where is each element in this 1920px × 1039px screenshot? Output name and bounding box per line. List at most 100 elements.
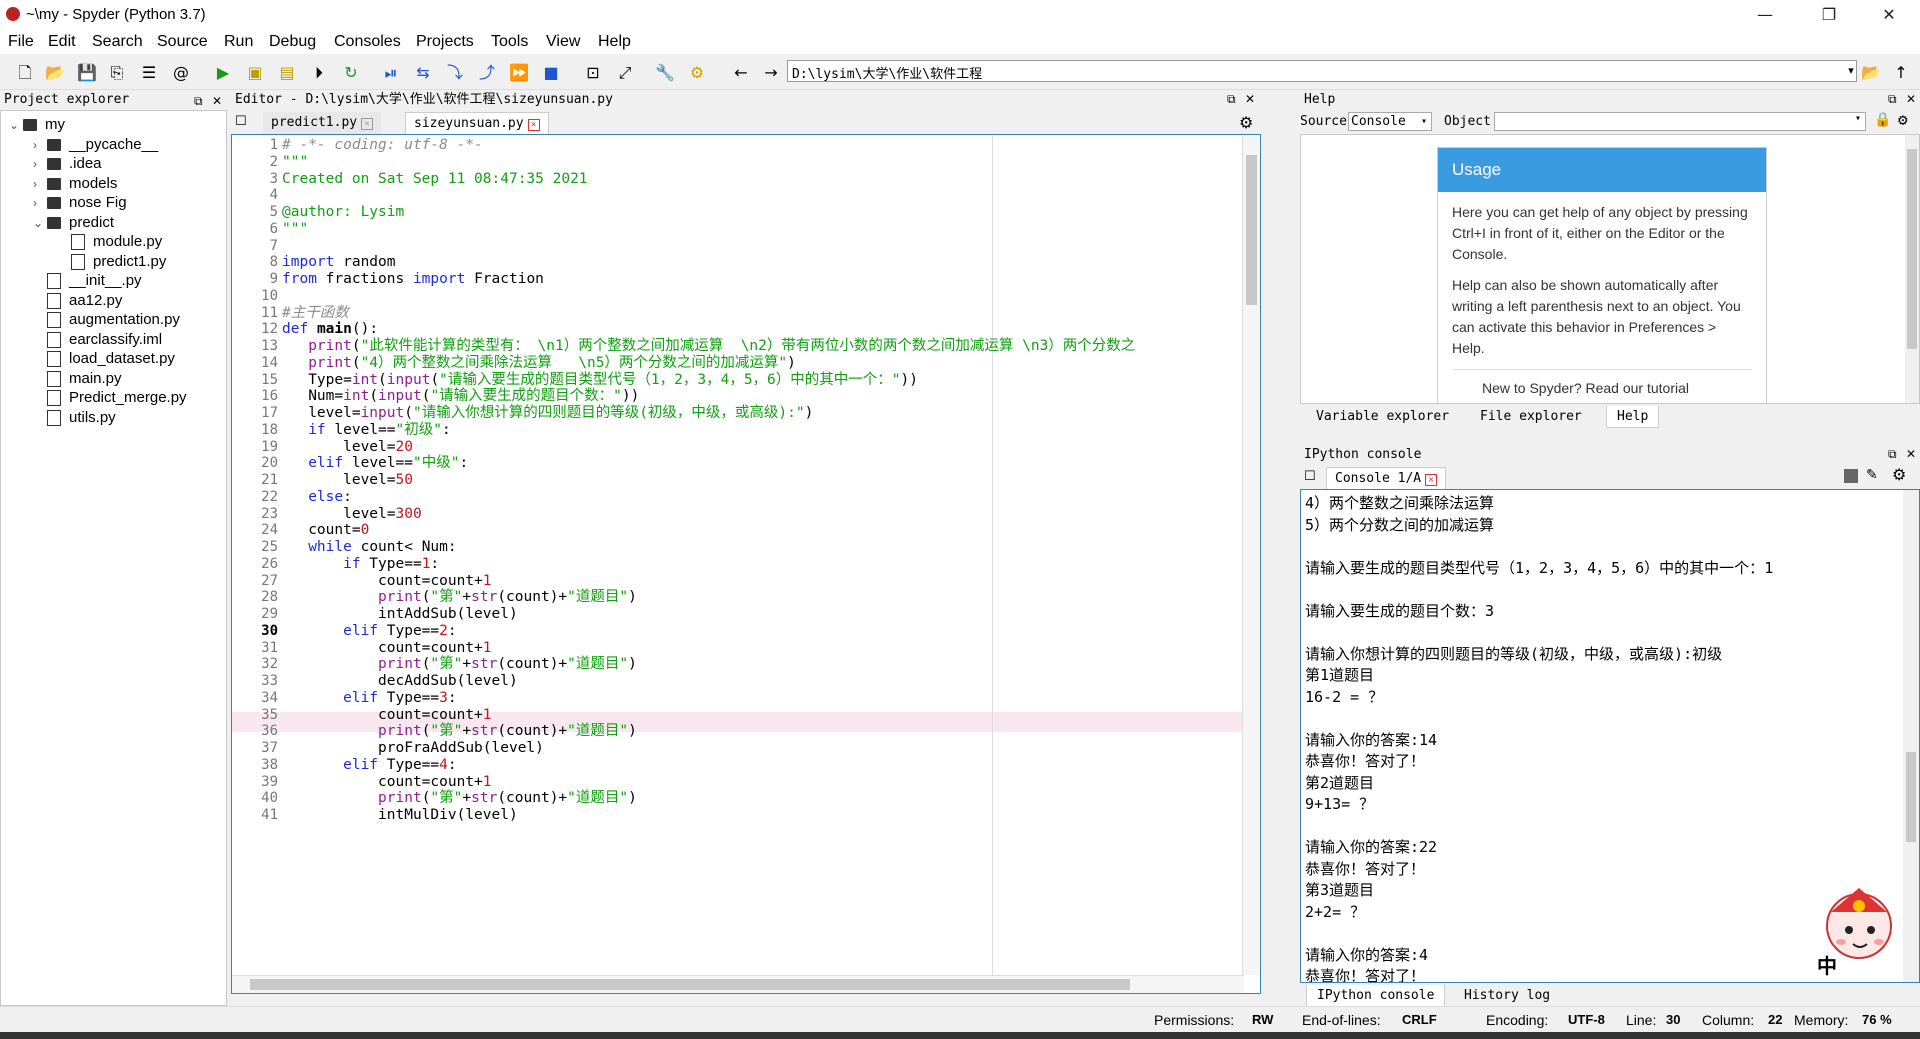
save-icon[interactable]: 💾: [76, 62, 98, 84]
undock-icon[interactable]: ⧉: [194, 94, 203, 109]
code-token: 1: [482, 706, 492, 723]
tab-history-log[interactable]: History log: [1454, 985, 1560, 1007]
browse-folder-icon[interactable]: 📂: [1860, 62, 1882, 84]
close-pane-icon[interactable]: ✕: [212, 94, 222, 108]
scroll-thumb[interactable]: [1907, 149, 1917, 349]
editor-horizontal-scrollbar[interactable]: [232, 975, 1244, 993]
debug-icon[interactable]: ⏯: [380, 62, 402, 84]
preferences-icon[interactable]: 🔧: [654, 62, 676, 84]
tab-help[interactable]: Help: [1606, 406, 1660, 428]
open-file-icon[interactable]: 📂: [44, 62, 66, 84]
code-editor[interactable]: 1 2 3 4 5 6 7 8 9 10 11 12 13 14 15 16 17 18 19 20 21 22 23 24 2…: [231, 134, 1261, 994]
undock-icon[interactable]: ⧉: [1888, 92, 1897, 107]
maximize-pane-icon[interactable]: ⊡: [582, 62, 604, 84]
tab-file-explorer[interactable]: File explorer: [1470, 406, 1592, 428]
menu-source[interactable]: Source: [157, 33, 208, 51]
save-all-icon[interactable]: ⎘: [106, 62, 128, 84]
python-path-icon[interactable]: ⚙: [686, 62, 708, 84]
close-button[interactable]: ✕: [1866, 0, 1912, 30]
console-line: 请输入你的答案:4: [1305, 945, 1429, 964]
browse-tabs-icon[interactable]: ☐: [235, 114, 247, 129]
tree-item[interactable]: utils.py: [33, 406, 116, 430]
maximize-button[interactable]: ❐: [1806, 0, 1852, 30]
menu-tools[interactable]: Tools: [491, 33, 528, 51]
source-select[interactable]: Console ▾: [1348, 112, 1432, 131]
forward-icon[interactable]: →: [760, 62, 782, 84]
menu-file[interactable]: File: [8, 33, 34, 51]
editor-tab-active[interactable]: sizeyunsuan.py ✕: [405, 112, 549, 134]
list-icon[interactable]: ☰: [138, 62, 160, 84]
menu-help[interactable]: Help: [598, 33, 631, 51]
menu-edit[interactable]: Edit: [48, 33, 76, 51]
stop-icon[interactable]: [1844, 469, 1858, 483]
code-token: #主干函数: [282, 304, 349, 321]
code-token: "初级": [395, 421, 442, 438]
clear-icon[interactable]: ✎: [1866, 467, 1878, 483]
help-bottom-tabs: Variable explorer File explorer Help: [1300, 406, 1920, 430]
chevron-down-icon[interactable]: ▾: [1840, 60, 1862, 82]
console-scrollbar[interactable]: [1903, 490, 1919, 982]
gear-icon[interactable]: ⚙: [1239, 113, 1253, 132]
close-pane-icon[interactable]: ✕: [1906, 92, 1916, 106]
run-selection-icon[interactable]: ⏵: [308, 62, 330, 84]
browse-tabs-icon[interactable]: ☐: [1304, 469, 1316, 484]
continue-icon[interactable]: ⏩: [508, 62, 530, 84]
menu-view[interactable]: View: [546, 33, 580, 51]
menu-projects[interactable]: Projects: [416, 33, 474, 51]
object-input[interactable]: ▾: [1494, 112, 1866, 131]
close-tab-icon[interactable]: ✕: [361, 118, 374, 130]
minimize-button[interactable]: —: [1742, 0, 1788, 30]
parent-dir-icon[interactable]: ↑: [1890, 62, 1912, 84]
code-token: Type==: [378, 622, 440, 639]
code-token: (count)+: [497, 589, 568, 606]
run-icon[interactable]: ▶: [212, 62, 234, 84]
editor-tab[interactable]: predict1.py ✕: [263, 112, 382, 134]
menu-run[interactable]: Run: [224, 33, 253, 51]
new-file-icon[interactable]: 🗋: [14, 62, 36, 84]
stop-debug-icon[interactable]: ■: [540, 62, 562, 84]
help-scrollbar[interactable]: [1905, 135, 1919, 403]
spyder-logo-icon: [6, 7, 20, 21]
scroll-thumb[interactable]: [1906, 752, 1916, 842]
code-token: "道题目": [567, 589, 629, 606]
code-token: "道题目": [567, 656, 629, 673]
working-directory-input[interactable]: D:\lysim\大学\作业\软件工程: [787, 60, 1857, 82]
back-icon[interactable]: ←: [730, 62, 752, 84]
scroll-thumb[interactable]: [250, 979, 1130, 990]
at-icon[interactable]: @: [170, 62, 192, 84]
menu-search[interactable]: Search: [92, 33, 143, 51]
tab-variable-explorer[interactable]: Variable explorer: [1306, 406, 1459, 428]
lock-icon[interactable]: 🔒: [1874, 112, 1891, 128]
menu-debug[interactable]: Debug: [269, 33, 316, 51]
code-token: "道题目": [567, 723, 629, 740]
step-return-icon[interactable]: ⤴: [476, 62, 498, 84]
close-pane-icon[interactable]: ✕: [1906, 447, 1916, 461]
file-icon: [47, 390, 61, 407]
undock-icon[interactable]: ⧉: [1227, 92, 1236, 107]
chevron-icon[interactable]: ⌄: [33, 211, 47, 235]
run-cell-advance-icon[interactable]: ▤: [276, 62, 298, 84]
undock-icon[interactable]: ⧉: [1888, 447, 1897, 462]
menu-consoles[interactable]: Consoles: [334, 33, 401, 51]
close-pane-icon[interactable]: ✕: [1245, 92, 1255, 106]
step-icon[interactable]: ⇆: [412, 62, 434, 84]
close-tab-icon[interactable]: ✕: [1425, 474, 1438, 486]
editor-vertical-scrollbar[interactable]: [1242, 135, 1260, 975]
usage-text-3[interactable]: New to Spyder? Read our tutorial: [1452, 369, 1752, 399]
gear-icon[interactable]: ⚙: [1892, 465, 1906, 484]
step-into-icon[interactable]: ⤵: [444, 62, 466, 84]
ime-indicator[interactable]: 中: [1817, 950, 1837, 979]
code-token: Type==: [378, 756, 440, 773]
scroll-thumb[interactable]: [1246, 155, 1257, 305]
gear-icon[interactable]: ⚙: [1898, 110, 1908, 129]
console-output[interactable]: 4）两个整数之间乘除法运算 5）两个分数之间的加减运算 请输入要生成的题目类型代号（…: [1300, 489, 1920, 983]
tab-ipython-console[interactable]: IPython console: [1306, 985, 1446, 1007]
close-tab-icon[interactable]: ✕: [527, 119, 540, 131]
fullscreen-icon[interactable]: ⤢: [614, 62, 636, 84]
rerun-icon[interactable]: ↻: [340, 62, 362, 84]
console-tab[interactable]: Console 1/A ✕: [1326, 467, 1447, 489]
code-token: Num=: [282, 388, 344, 405]
chevron-icon[interactable]: ⌄: [9, 113, 23, 137]
run-cell-icon[interactable]: ▣: [244, 62, 266, 84]
